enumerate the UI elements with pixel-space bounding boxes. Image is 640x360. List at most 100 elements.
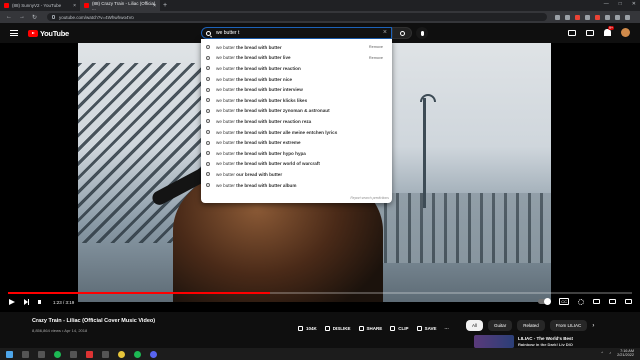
remove-suggestion-link[interactable]: Remove: [369, 56, 383, 60]
miniplayer-icon[interactable]: [593, 299, 600, 304]
subtitles-icon[interactable]: CC: [559, 298, 569, 305]
clock[interactable]: 7:16 AM 2/21/2022: [617, 349, 634, 357]
suggestion-text: we butter the bread with butter extreme: [216, 140, 301, 146]
new-tab-button[interactable]: +: [163, 2, 167, 9]
remove-suggestion-link[interactable]: Remove: [369, 45, 383, 49]
fullscreen-icon[interactable]: [625, 299, 632, 304]
suggestion-text: we butter the bread with butter reaction: [216, 65, 301, 71]
theater-mode-icon[interactable]: [609, 299, 616, 304]
lock-icon: [52, 15, 56, 19]
video-details: Crazy Train - Liliac (Official Cover Mus…: [0, 312, 640, 348]
notifications-bell-icon[interactable]: 9+: [604, 26, 614, 36]
extension-icon[interactable]: [575, 14, 581, 20]
search-suggestion[interactable]: we butter the bread with butter alle mei…: [201, 127, 392, 138]
url-field[interactable]: youtube.com/watch?v=4Whwhwo4Vo: [47, 13, 548, 21]
like-button[interactable]: 104K: [298, 326, 317, 331]
search-suggestion[interactable]: we butter the bread with butter intervie…: [201, 84, 392, 95]
autoplay-toggle[interactable]: [538, 298, 552, 305]
related-video[interactable]: LILIAC - The World's Best Rainbow in the…: [466, 334, 636, 348]
tab-close-icon[interactable]: ×: [153, 3, 156, 9]
file-explorer-icon[interactable]: [38, 350, 45, 358]
report-search-predictions-link[interactable]: Report search predictions: [350, 196, 389, 200]
search-suggestion[interactable]: we butter the bread with butter album: [201, 180, 392, 191]
back-icon[interactable]: ←: [6, 14, 12, 21]
search-icon: [206, 30, 211, 36]
next-video-icon[interactable]: [24, 299, 29, 305]
share-button[interactable]: SHARE: [358, 326, 382, 331]
search-suggestion[interactable]: we butter the bread with butter Remove: [201, 42, 392, 53]
search-suggestion[interactable]: we butter the bread with butter klicks l…: [201, 95, 392, 106]
apps-grid-icon[interactable]: [586, 29, 594, 36]
close-window-icon[interactable]: ✕: [632, 1, 636, 7]
app-icon[interactable]: [86, 350, 93, 358]
logo-text: YouTube: [40, 28, 69, 38]
chip-from-liliac[interactable]: From LILIAC: [549, 320, 588, 331]
volume-tray-icon[interactable]: ♪: [609, 351, 611, 355]
chrome-icon[interactable]: [118, 350, 125, 358]
related-thumbnail[interactable]: [474, 335, 514, 348]
extension-icon[interactable]: [595, 14, 601, 20]
browser-tab[interactable]: (88) SunnyV2 - YouTube ×: [0, 0, 80, 11]
share-icon[interactable]: [555, 14, 561, 20]
address-bar-row: ← → ↻ youtube.com/watch?v=4Whwhwo4Vo: [0, 11, 640, 23]
app-icon[interactable]: [70, 350, 77, 358]
search-suggestion[interactable]: we butter the bread with butter reaction…: [201, 116, 392, 127]
more-actions-icon[interactable]: ···: [444, 326, 449, 331]
seek-bar[interactable]: [8, 292, 632, 294]
play-icon[interactable]: [9, 299, 15, 305]
app-icon[interactable]: [134, 350, 141, 358]
kebab-menu-icon[interactable]: [625, 14, 631, 20]
maximize-icon[interactable]: □: [619, 1, 622, 7]
search-button[interactable]: [392, 27, 412, 39]
video-actions: 104K DISLIKE SHARE CLIP SAVE ···: [298, 326, 449, 331]
search-suggestion[interactable]: we butter our bread with butter: [201, 169, 392, 180]
voice-search-button[interactable]: [416, 27, 428, 39]
minimize-icon[interactable]: —: [604, 1, 609, 7]
hamburger-menu-icon[interactable]: [10, 30, 18, 36]
search-icon[interactable]: [22, 350, 29, 358]
chip-all[interactable]: All: [466, 320, 484, 331]
history-clock-icon: [206, 55, 210, 60]
time-display: 1:23 / 3:19: [53, 299, 75, 305]
browser-tab-active[interactable]: (88) Crazy Train - Liliac (Official ... …: [80, 0, 160, 11]
search-suggestion[interactable]: we butter the bread with butter hypo hyp…: [201, 148, 392, 159]
clip-button[interactable]: CLIP: [390, 326, 409, 331]
volume-icon[interactable]: [38, 299, 45, 305]
forward-icon[interactable]: →: [19, 14, 25, 21]
search-suggestion[interactable]: we butter the bread with butter world of…: [201, 159, 392, 170]
youtube-logo[interactable]: YouTube: [28, 29, 69, 38]
search-suggestion[interactable]: we butter the bread with butter nice: [201, 74, 392, 85]
extension-icon[interactable]: [585, 14, 591, 20]
search-suggestion[interactable]: we butter the bread with butter reaction: [201, 63, 392, 74]
chips-next-icon[interactable]: ›: [592, 323, 594, 329]
discord-icon[interactable]: [150, 350, 157, 358]
tray-chevron-icon[interactable]: ^: [601, 351, 603, 355]
dislike-button[interactable]: DISLIKE: [324, 326, 351, 331]
save-button[interactable]: SAVE: [416, 326, 436, 331]
chip-guitar[interactable]: Guitar: [488, 320, 513, 331]
windows-start-icon[interactable]: [6, 350, 13, 358]
clear-search-icon[interactable]: ×: [383, 29, 387, 36]
search-suggestion[interactable]: we butter the bread with butter live Remo…: [201, 53, 392, 64]
search-icon: [206, 108, 210, 113]
star-icon[interactable]: [565, 14, 571, 20]
app-icon[interactable]: [102, 350, 109, 358]
puzzle-icon[interactable]: [605, 14, 611, 20]
search-suggestions-dropdown: we butter the bread with butter Remove we …: [201, 39, 392, 203]
avatar[interactable]: [621, 28, 630, 37]
reload-icon[interactable]: ↻: [32, 14, 37, 21]
related-title[interactable]: LILIAC - The World's Best: [518, 336, 573, 341]
seek-bar-played: [8, 292, 271, 294]
youtube-favicon-icon: [84, 3, 89, 8]
tab-close-icon[interactable]: ×: [73, 3, 76, 9]
chip-related[interactable]: Related: [517, 320, 545, 331]
search-icon: [206, 66, 210, 71]
search-suggestion[interactable]: we butter the bread with butter extreme: [201, 137, 392, 148]
search-suggestion[interactable]: we butter the bread with butter zynoman …: [201, 106, 392, 117]
windows-taskbar: ^ ♪ 7:16 AM 2/21/2022: [0, 348, 640, 360]
search-input[interactable]: we butter t ×: [201, 27, 392, 39]
create-video-icon[interactable]: [568, 29, 576, 36]
profile-icon[interactable]: [615, 14, 621, 20]
spotify-icon[interactable]: [54, 350, 61, 358]
settings-gear-icon[interactable]: [578, 298, 584, 305]
